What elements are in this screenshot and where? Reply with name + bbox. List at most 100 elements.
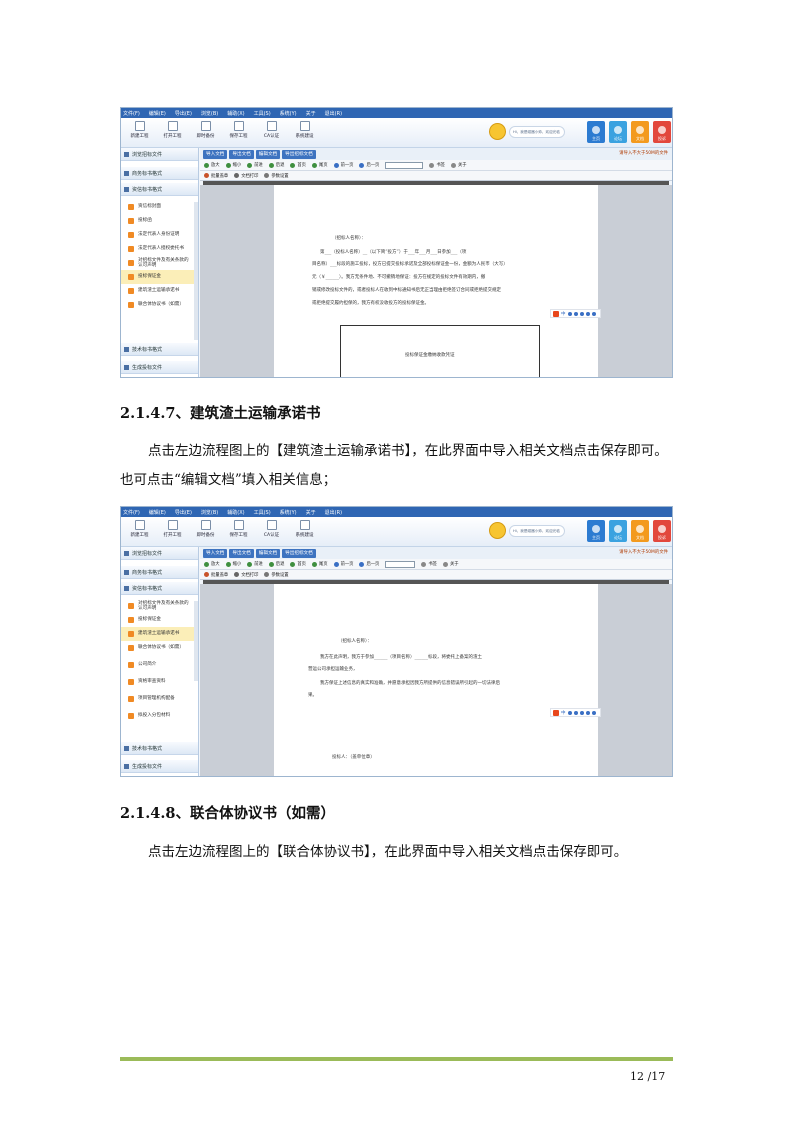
home-button[interactable]: 主页 [587,520,605,542]
settings-button[interactable]: 参数设置 [264,173,289,179]
first-page-button[interactable]: 首页 [290,162,306,168]
open-project-button[interactable]: 打开工程 [158,121,187,139]
export-tender-doc-button[interactable]: 导出招标文档 [282,548,316,558]
sidebar-item-construction-waste[interactable]: 建筑渣土运输承诺书 [121,627,198,641]
print-button[interactable]: 文档打印 [234,173,258,179]
sidebar-item[interactable]: 对招标文件及有关条款的认可声明 [121,599,198,613]
system-build-button[interactable]: 系统建设 [290,121,319,139]
menu-export[interactable]: 导出(E) [175,509,192,516]
sidebar-item[interactable]: 法定代表人授权委托书 [121,242,198,256]
import-doc-button[interactable]: 导入文档 [203,548,228,558]
zoom-in-button[interactable]: 放大 [204,162,220,168]
sidebar-item[interactable]: 投标保证金 [121,270,198,284]
backup-button[interactable]: 即时备份 [191,520,220,538]
forum-button[interactable]: 论坛 [609,520,627,542]
menu-export[interactable]: 导出(E) [175,110,192,117]
export-doc-button[interactable]: 导出文档 [229,548,254,558]
sidebar-item[interactable]: 法定代表人身份证明 [121,228,198,242]
first-page-button[interactable]: 首页 [290,561,306,567]
menu-file[interactable]: 文件(F) [123,110,140,117]
menu-system[interactable]: 系统(Y) [280,509,297,516]
home-button[interactable]: 主页 [587,121,605,143]
sidebar-section-credential[interactable]: 资信标书格式 [121,183,198,196]
sidebar-item[interactable]: 拟投入分包材料 [121,709,198,723]
settings-button[interactable]: 参数设置 [264,572,289,578]
edit-doc-button[interactable]: 编辑文档 [255,149,281,159]
menu-edit[interactable]: 编辑(E) [149,110,166,117]
sidebar-section-credential[interactable]: 资信标书格式 [121,582,198,595]
new-project-button[interactable]: 新建工程 [125,121,154,139]
sidebar-item[interactable]: 投标保证金 [121,613,198,627]
sidebar-item[interactable]: 项目管理机构配备 [121,692,198,706]
docs-button[interactable]: 文档 [631,520,649,542]
new-project-button[interactable]: 新建工程 [125,520,154,538]
next-page-button[interactable]: 后一页 [359,561,379,567]
sidebar-section-technical[interactable]: 技术标书格式 [121,742,198,755]
zoom-out-button[interactable]: 缩小 [225,561,241,567]
menu-file[interactable]: 文件(F) [123,509,140,516]
complaint-button[interactable]: 投诉 [653,121,671,143]
menu-browse[interactable]: 浏览(B) [201,509,218,516]
complaint-button[interactable]: 投诉 [653,520,671,542]
zoom-in-button[interactable]: 放大 [204,561,220,567]
sidebar-item[interactable]: 联合体协议书（如需） [121,641,198,655]
sidebar-item-construction-waste[interactable]: 建筑渣土运输承诺书 [121,284,198,298]
batch-stamp-button[interactable]: 批量盖章 [204,572,228,578]
menu-assist[interactable]: 辅助(X) [227,110,244,117]
menu-exit[interactable]: 退出(R) [325,509,342,516]
ime-toolbar[interactable]: 中 [550,708,601,717]
forward-button[interactable]: 前进 [247,162,263,168]
prev-page-button[interactable]: 前一页 [333,561,353,567]
menu-tools[interactable]: 工具(S) [254,110,271,117]
about-button[interactable]: 关于 [442,561,459,567]
backup-button[interactable]: 即时备份 [191,121,220,139]
export-doc-button[interactable]: 导出文档 [229,149,254,159]
sidebar-section-generate[interactable]: 生成投标文件 [121,760,198,773]
bookmark-button[interactable]: 书签 [421,561,437,567]
ime-toolbar[interactable]: 中 [550,309,601,318]
ca-auth-button[interactable]: CA认证 [257,121,286,139]
open-project-button[interactable]: 打开工程 [158,520,187,538]
menu-about[interactable]: 关于 [306,110,316,117]
export-tender-doc-button[interactable]: 导出招标文档 [282,149,316,159]
zoom-out-button[interactable]: 缩小 [225,162,241,168]
sidebar-section-generate[interactable]: 生成投标文件 [121,361,198,374]
page-select[interactable] [385,560,416,568]
save-project-button[interactable]: 保存工程 [224,520,253,538]
prev-page-button[interactable]: 前一页 [333,162,353,168]
sidebar-section-browse[interactable]: 浏览招标文件 [121,148,198,161]
edit-doc-button[interactable]: 编辑文档 [255,548,281,558]
sidebar-section-browse[interactable]: 浏览招标文件 [121,547,198,560]
menu-exit[interactable]: 退出(R) [325,110,342,117]
menu-system[interactable]: 系统(Y) [280,110,297,117]
sidebar-item[interactable]: 对招标文件及有关条款的认可声明 [121,256,198,270]
back-button[interactable]: 后退 [268,561,284,567]
sidebar-item[interactable]: 资格审查资料 [121,675,198,689]
forward-button[interactable]: 前进 [247,561,263,567]
sidebar-item[interactable]: 投标函 [121,214,198,228]
menu-edit[interactable]: 编辑(E) [149,509,166,516]
forum-button[interactable]: 论坛 [609,121,627,143]
bookmark-button[interactable]: 书签 [429,162,445,168]
page-select[interactable] [385,161,424,169]
batch-stamp-button[interactable]: 批量盖章 [204,173,228,179]
import-doc-button[interactable]: 导入文档 [203,149,228,159]
menu-assist[interactable]: 辅助(X) [227,509,244,516]
menu-browse[interactable]: 浏览(B) [201,110,218,117]
back-button[interactable]: 后退 [268,162,284,168]
sidebar-item[interactable]: 联合体协议书（如需） [121,298,198,312]
ca-auth-button[interactable]: CA认证 [257,520,286,538]
last-page-button[interactable]: 尾页 [311,162,328,168]
save-project-button[interactable]: 保存工程 [224,121,253,139]
sidebar-section-commercial[interactable]: 商务标书格式 [121,167,198,180]
system-build-button[interactable]: 系统建设 [290,520,319,538]
sidebar-scrollbar[interactable] [194,601,198,681]
sidebar-item[interactable]: 公司简介 [121,658,198,672]
about-button[interactable]: 关于 [450,162,467,168]
sidebar-section-commercial[interactable]: 商务标书格式 [121,566,198,579]
sidebar-scrollbar[interactable] [194,202,198,340]
print-button[interactable]: 文档打印 [234,572,258,578]
last-page-button[interactable]: 尾页 [311,561,328,567]
next-page-button[interactable]: 后一页 [359,162,379,168]
sidebar-section-technical[interactable]: 技术标书格式 [121,343,198,356]
